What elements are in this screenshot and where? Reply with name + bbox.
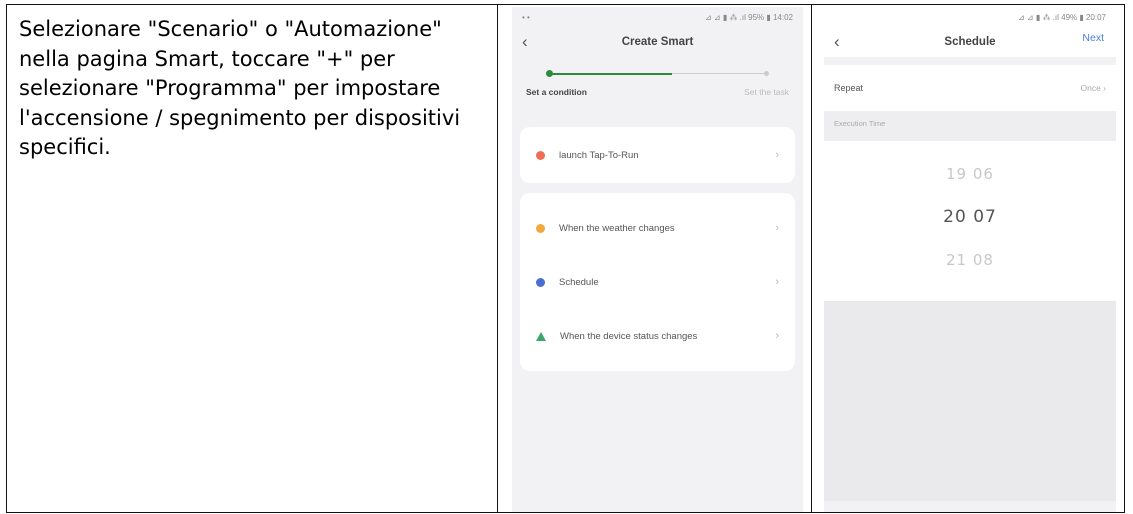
step-progress bbox=[530, 63, 785, 85]
chevron-right-icon: › bbox=[775, 330, 779, 342]
repeat-value: Once › bbox=[1080, 83, 1106, 93]
status-bar: • • ⊿ ⊿ ▮ ⁂ .ıl 95% ▮ 14:02 bbox=[512, 7, 803, 27]
schedule-label: Schedule bbox=[559, 276, 599, 288]
screenshot-create-smart-cell: • • ⊿ ⊿ ▮ ⁂ .ıl 95% ▮ 14:02 ‹ Create Sma… bbox=[498, 5, 812, 512]
step-dot-active bbox=[546, 70, 553, 77]
phone-screen-schedule: ⊿ ⊿ ▮ ⁂ .ıl 49% ▮ 20:07 ‹ Schedule Next … bbox=[824, 7, 1116, 512]
chevron-right-icon: › bbox=[775, 222, 779, 234]
screenshot-schedule-cell: ⊿ ⊿ ▮ ⁂ .ıl 49% ▮ 20:07 ‹ Schedule Next … bbox=[812, 5, 1124, 512]
repeat-label: Repeat bbox=[834, 83, 864, 93]
status-right: ⊿ ⊿ ▮ ⁂ .ıl 49% ▮ 20:07 bbox=[1017, 12, 1106, 22]
list-item-weather[interactable]: When the weather changes › bbox=[536, 201, 779, 255]
nav-bar: ‹ Create Smart bbox=[512, 27, 803, 57]
clock-icon bbox=[536, 277, 545, 287]
step-label-condition: Set a condition bbox=[526, 87, 587, 97]
nav-bar: ‹ Schedule Next bbox=[824, 27, 1116, 57]
chevron-right-icon: › bbox=[775, 149, 779, 161]
step-labels: Set a condition Set the task bbox=[512, 87, 803, 97]
page-title: Create Smart bbox=[621, 36, 694, 48]
chevron-right-icon: › bbox=[775, 276, 779, 288]
list-item-device-status[interactable]: When the device status changes › bbox=[536, 309, 779, 363]
instruction-cell: Selezionare "Scenario" o "Automazione" n… bbox=[7, 5, 498, 512]
device-status-label: When the device status changes bbox=[560, 330, 698, 342]
time-option-selected[interactable]: 20 07 bbox=[824, 207, 1116, 227]
hand-tap-icon bbox=[536, 150, 545, 160]
weather-label: When the weather changes bbox=[559, 222, 675, 234]
status-bar: ⊿ ⊿ ▮ ⁂ .ıl 49% ▮ 20:07 bbox=[824, 7, 1116, 27]
back-icon[interactable]: ‹ bbox=[522, 32, 528, 52]
weather-sun-icon bbox=[536, 223, 545, 233]
status-right: ⊿ ⊿ ▮ ⁂ .ıl 95% ▮ 14:02 bbox=[704, 12, 793, 22]
step-label-task: Set the task bbox=[744, 87, 789, 97]
empty-area bbox=[824, 301, 1116, 501]
tap-to-run-card[interactable]: launch Tap-To-Run › bbox=[520, 127, 795, 183]
time-option-prev[interactable]: 19 06 bbox=[824, 165, 1116, 183]
document-table: Selezionare "Scenario" o "Automazione" n… bbox=[6, 4, 1125, 513]
automation-conditions-card: When the weather changes › Schedule › Wh… bbox=[520, 193, 795, 371]
page-title: Schedule bbox=[944, 36, 996, 48]
device-status-icon bbox=[536, 331, 546, 341]
execution-time-header: Execution Time bbox=[824, 111, 1116, 141]
step-dot-inactive bbox=[764, 71, 769, 76]
repeat-row[interactable]: Repeat Once › bbox=[824, 65, 1116, 111]
status-left: • • bbox=[522, 12, 530, 22]
list-item-schedule[interactable]: Schedule › bbox=[536, 255, 779, 309]
list-item[interactable]: launch Tap-To-Run › bbox=[536, 149, 779, 161]
phone-screen-create-smart: • • ⊿ ⊿ ▮ ⁂ .ıl 95% ▮ 14:02 ‹ Create Sma… bbox=[512, 7, 803, 512]
time-picker[interactable]: 19 06 20 07 21 08 bbox=[824, 141, 1116, 301]
time-option-next[interactable]: 21 08 bbox=[824, 251, 1116, 269]
tap-to-run-label: launch Tap-To-Run bbox=[559, 149, 639, 161]
next-button[interactable]: Next bbox=[1082, 32, 1104, 44]
back-icon[interactable]: ‹ bbox=[834, 32, 840, 52]
instruction-text: Selezionare "Scenario" o "Automazione" n… bbox=[19, 17, 461, 159]
